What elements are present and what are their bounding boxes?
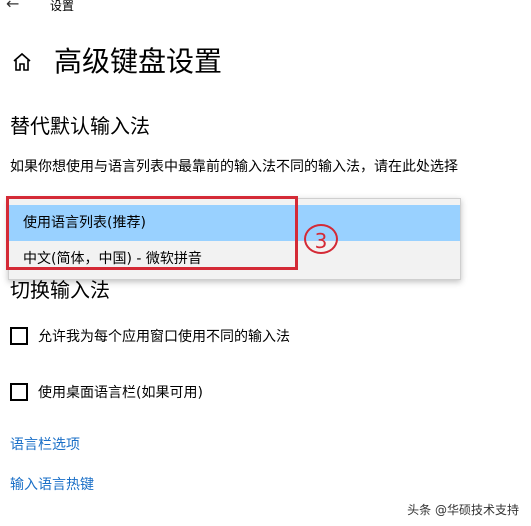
page-title: 高级键盘设置 bbox=[54, 45, 223, 78]
language-bar-options-link[interactable]: 语言栏选项 bbox=[10, 434, 80, 454]
window-title: 设置 bbox=[50, 0, 75, 13]
title-bar: ← 设置 bbox=[0, 0, 531, 18]
input-language-hotkeys-link[interactable]: 输入语言热键 bbox=[10, 474, 94, 494]
watermark-text: 头条 @华硕技术支持 bbox=[407, 503, 519, 517]
home-icon[interactable] bbox=[12, 52, 32, 72]
desktop-language-bar-checkbox[interactable]: 使用桌面语言栏(如果可用) bbox=[10, 380, 203, 404]
checkbox-box[interactable] bbox=[10, 383, 28, 401]
checkbox-label: 允许我为每个应用窗口使用不同的输入法 bbox=[38, 329, 290, 345]
override-section-title: 替代默认输入法 bbox=[10, 114, 150, 138]
annotation-step-badge: 3 bbox=[304, 224, 338, 254]
per-app-input-checkbox[interactable]: 允许我为每个应用窗口使用不同的输入法 bbox=[10, 324, 290, 348]
annotation-highlight-box bbox=[6, 196, 298, 270]
override-description: 如果你想使用与语言列表中最靠前的输入法不同的输入法，请在此处选择 bbox=[10, 159, 458, 175]
checkbox-label: 使用桌面语言栏(如果可用) bbox=[38, 385, 203, 401]
checkbox-box[interactable] bbox=[10, 327, 28, 345]
back-arrow-icon[interactable]: ← bbox=[6, 0, 19, 13]
switching-section-title: 切换输入法 bbox=[10, 278, 110, 302]
